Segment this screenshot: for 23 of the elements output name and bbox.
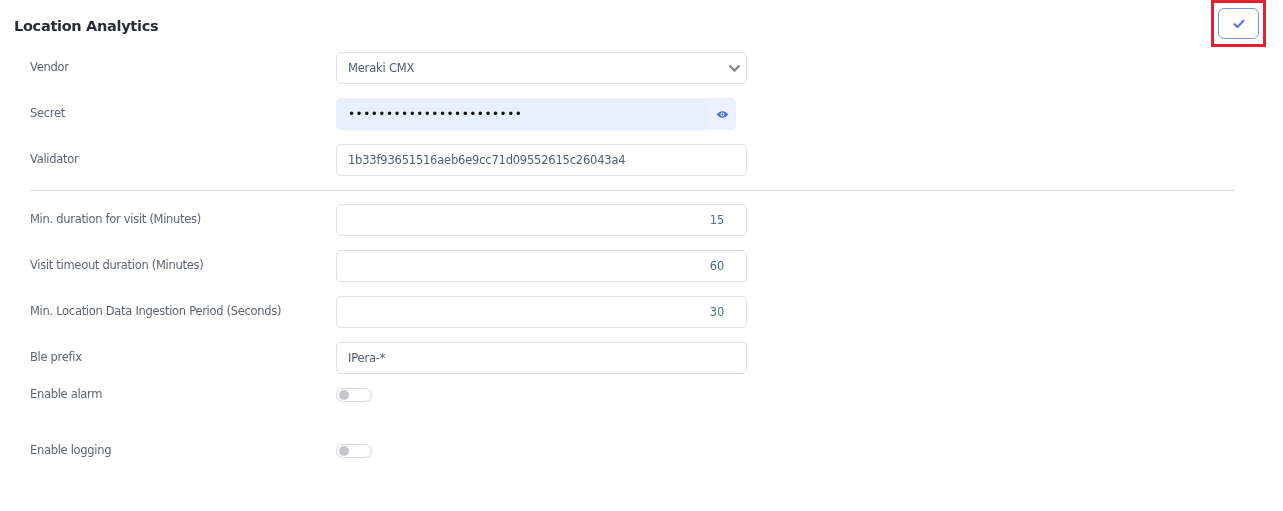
vendor-select[interactable]: Meraki CMX [336, 52, 747, 84]
field-label: Min. Location Data Ingestion Period (Seconds) [30, 303, 283, 318]
field-label: Enable logging [30, 442, 113, 457]
field-label: Enable alarm [30, 386, 104, 401]
field-label: Min. duration for visit (Minutes) [30, 211, 202, 226]
chevron-down-icon [728, 63, 741, 73]
input-field[interactable]: 1b33f93651516aeb6e9cc71d09552615c26043a4 [336, 144, 747, 176]
section-title: Location Analytics [14, 18, 159, 34]
check-icon [1232, 18, 1245, 29]
field-label: Visit timeout duration (Minutes) [30, 257, 205, 272]
save-button[interactable] [1218, 8, 1259, 39]
secret-field[interactable]: ••••••••••••••••••••••• [336, 98, 736, 130]
eye-icon[interactable] [715, 109, 729, 119]
input-field[interactable]: IPera-* [336, 342, 747, 374]
number-field[interactable]: 30 [336, 296, 747, 328]
field-label: Vendor [30, 59, 70, 74]
field-label: Ble prefix [30, 349, 83, 364]
toggle-switch[interactable] [336, 444, 372, 458]
toggle-switch[interactable] [336, 388, 372, 402]
field-label: Secret [30, 105, 66, 120]
number-field[interactable]: 60 [336, 250, 747, 282]
field-label: Validator [30, 151, 80, 166]
number-field[interactable]: 15 [336, 204, 747, 236]
